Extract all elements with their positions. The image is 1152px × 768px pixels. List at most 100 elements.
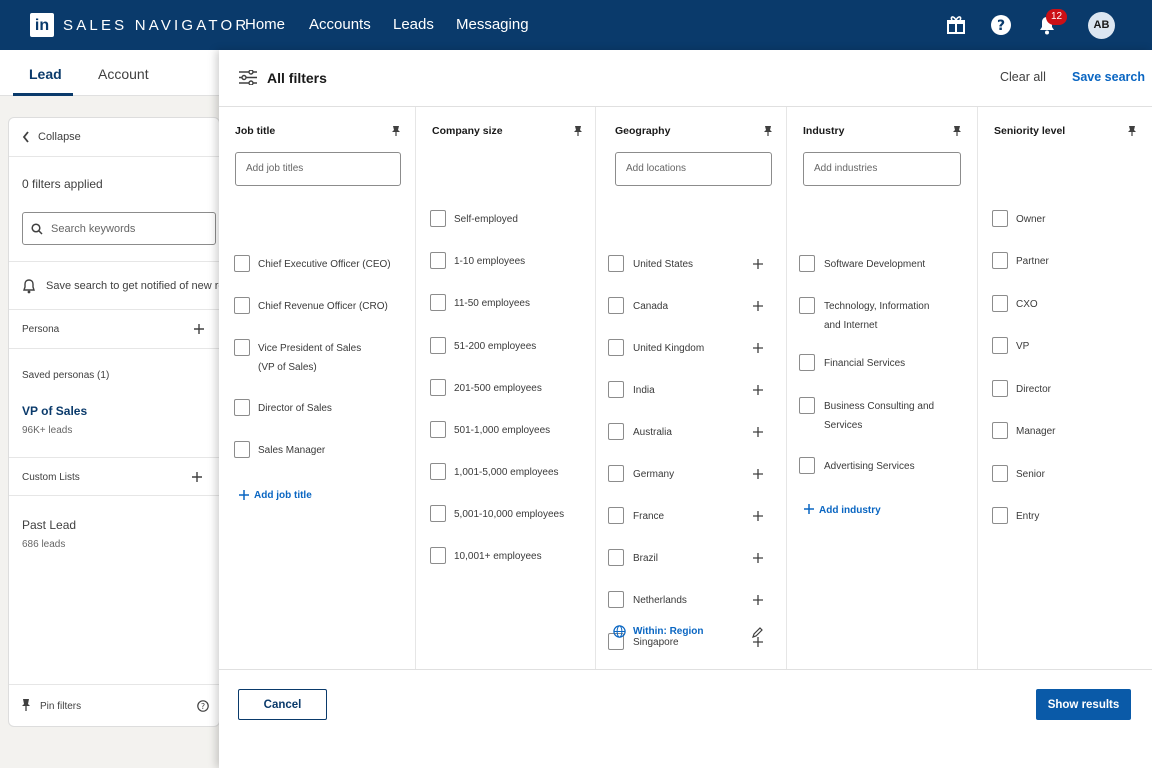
- checkbox[interactable]: [608, 423, 624, 440]
- plus-icon[interactable]: [753, 553, 763, 563]
- company-size-option[interactable]: 201-500 employees: [416, 379, 595, 409]
- plus-icon[interactable]: [753, 511, 763, 521]
- search-keywords-input[interactable]: Search keywords: [22, 212, 216, 245]
- help-circle-icon[interactable]: ?: [197, 700, 209, 712]
- checkbox[interactable]: [430, 505, 446, 522]
- job-title-option[interactable]: Chief Revenue Officer (CRO): [219, 297, 415, 327]
- checkbox[interactable]: [608, 549, 624, 566]
- industry-option[interactable]: Financial Services: [787, 354, 977, 384]
- gift-icon[interactable]: [945, 14, 967, 36]
- job-title-input[interactable]: Add job titles: [235, 152, 401, 186]
- checkbox[interactable]: [430, 379, 446, 396]
- industry-option[interactable]: Advertising Services: [787, 457, 977, 487]
- company-size-option[interactable]: 1,001-5,000 employees: [416, 463, 595, 493]
- industry-option[interactable]: Software Development: [787, 255, 977, 285]
- company-size-option[interactable]: Self-employed: [416, 210, 595, 240]
- seniority-option[interactable]: CXO: [978, 295, 1152, 325]
- brand-name[interactable]: SALES NAVIGATOR: [63, 17, 249, 34]
- cancel-button[interactable]: Cancel: [238, 689, 327, 720]
- pin-icon[interactable]: [763, 125, 773, 137]
- plus-icon[interactable]: [753, 427, 763, 437]
- add-list-icon[interactable]: [192, 472, 202, 482]
- checkbox[interactable]: [608, 465, 624, 482]
- checkbox[interactable]: [799, 457, 815, 474]
- clear-all-button[interactable]: Clear all: [1000, 70, 1046, 84]
- job-title-option[interactable]: Sales Manager: [219, 441, 415, 471]
- checkbox[interactable]: [799, 297, 815, 314]
- persona-row[interactable]: Persona: [9, 310, 221, 349]
- seniority-option[interactable]: Partner: [978, 252, 1152, 282]
- pin-icon[interactable]: [1127, 125, 1137, 137]
- geography-option[interactable]: India: [596, 381, 786, 411]
- avatar[interactable]: AB: [1088, 12, 1115, 39]
- checkbox[interactable]: [430, 463, 446, 480]
- checkbox[interactable]: [234, 399, 250, 416]
- seniority-option[interactable]: Manager: [978, 422, 1152, 452]
- custom-lists-row[interactable]: Custom Lists: [9, 457, 221, 496]
- plus-icon[interactable]: [753, 469, 763, 479]
- checkbox[interactable]: [992, 295, 1008, 312]
- plus-icon[interactable]: [753, 637, 763, 647]
- collapse-row[interactable]: Collapse: [9, 118, 221, 157]
- company-size-option[interactable]: 5,001-10,000 employees: [416, 505, 595, 535]
- persona-name[interactable]: VP of Sales: [22, 404, 87, 418]
- checkbox[interactable]: [234, 339, 250, 356]
- plus-icon[interactable]: [753, 301, 763, 311]
- checkbox[interactable]: [992, 380, 1008, 397]
- within-region-link[interactable]: Within: Region: [633, 626, 703, 637]
- seniority-option[interactable]: Entry: [978, 507, 1152, 537]
- tab-account[interactable]: Account: [98, 66, 149, 82]
- checkbox[interactable]: [430, 252, 446, 269]
- help-icon[interactable]: ?: [990, 14, 1012, 36]
- checkbox[interactable]: [430, 210, 446, 227]
- pencil-icon[interactable]: [752, 627, 763, 638]
- job-title-option[interactable]: Director of Sales: [219, 399, 415, 429]
- seniority-option[interactable]: Senior: [978, 465, 1152, 495]
- geography-option[interactable]: United States: [596, 255, 786, 285]
- checkbox[interactable]: [234, 441, 250, 458]
- checkbox[interactable]: [992, 507, 1008, 524]
- job-title-option[interactable]: Chief Executive Officer (CEO): [219, 255, 415, 285]
- geography-option[interactable]: Brazil: [596, 549, 786, 579]
- company-size-option[interactable]: 10,001+ employees: [416, 547, 595, 577]
- checkbox[interactable]: [799, 354, 815, 371]
- company-size-option[interactable]: 501-1,000 employees: [416, 421, 595, 451]
- checkbox[interactable]: [430, 337, 446, 354]
- checkbox[interactable]: [799, 255, 815, 272]
- seniority-option[interactable]: Director: [978, 380, 1152, 410]
- checkbox[interactable]: [992, 210, 1008, 227]
- nav-accounts[interactable]: Accounts: [309, 16, 371, 33]
- nav-messaging[interactable]: Messaging: [456, 16, 529, 33]
- geography-option[interactable]: Germany: [596, 465, 786, 495]
- company-size-option[interactable]: 11-50 employees: [416, 294, 595, 324]
- list-name[interactable]: Past Lead: [22, 518, 76, 532]
- add-job-title-link[interactable]: Add job title: [254, 490, 312, 501]
- plus-icon[interactable]: [753, 385, 763, 395]
- pin-icon[interactable]: [952, 125, 962, 137]
- checkbox[interactable]: [430, 294, 446, 311]
- checkbox[interactable]: [992, 465, 1008, 482]
- industry-option[interactable]: Technology, Information and Internet: [787, 297, 977, 337]
- industry-option[interactable]: Business Consulting and Services: [787, 397, 977, 437]
- job-title-option[interactable]: Vice President of Sales (VP of Sales): [219, 339, 415, 379]
- checkbox[interactable]: [992, 337, 1008, 354]
- plus-icon[interactable]: [753, 595, 763, 605]
- industry-input[interactable]: Add industries: [803, 152, 961, 186]
- location-input[interactable]: Add locations: [615, 152, 772, 186]
- plus-icon[interactable]: [753, 343, 763, 353]
- tab-lead[interactable]: Lead: [29, 66, 62, 82]
- checkbox[interactable]: [234, 255, 250, 272]
- pin-filters-row[interactable]: Pin filters ?: [9, 684, 221, 727]
- seniority-option[interactable]: Owner: [978, 210, 1152, 240]
- checkbox[interactable]: [992, 252, 1008, 269]
- geography-option[interactable]: United Kingdom: [596, 339, 786, 369]
- checkbox[interactable]: [430, 547, 446, 564]
- pin-icon[interactable]: [573, 125, 583, 137]
- seniority-option[interactable]: VP: [978, 337, 1152, 367]
- checkbox[interactable]: [992, 422, 1008, 439]
- nav-home[interactable]: Home: [245, 16, 285, 33]
- geography-option[interactable]: Canada: [596, 297, 786, 327]
- checkbox[interactable]: [608, 381, 624, 398]
- nav-leads[interactable]: Leads: [393, 16, 434, 33]
- checkbox[interactable]: [608, 297, 624, 314]
